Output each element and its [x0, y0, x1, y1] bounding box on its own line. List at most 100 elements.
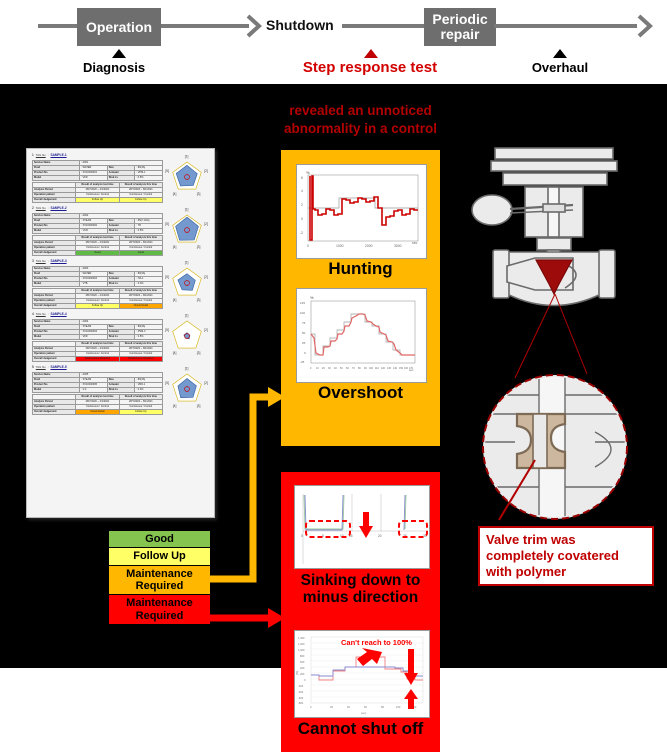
svg-text:[4]: [4] — [173, 298, 177, 302]
result-col-last: Result of analysis last time — [75, 235, 120, 241]
svg-text:[1]: [1] — [185, 155, 189, 159]
timeline-stage-shutdown-label: Shutdown — [266, 17, 334, 33]
result-judgement-this: Follow Up — [118, 197, 164, 203]
svg-text:1,200: 1,200 — [298, 642, 305, 646]
chart-annotation-cannot-reach: Can't reach to 100% — [341, 638, 412, 647]
headline-text: revealed an unnoticed abnormality in a c… — [258, 102, 463, 138]
result-judgement-last: Follow Up — [75, 197, 120, 203]
legend-row-maintenance-amber-line2: Required — [135, 579, 184, 592]
svg-text:800: 800 — [300, 654, 305, 658]
entry-radar-cell: [1] [2] [3] [4] [5] — [165, 206, 209, 256]
svg-text:100: 100 — [300, 311, 305, 315]
report-entry[interactable]: 1 TAG No : SAMPLE-1 Service Name : A001 … — [31, 153, 209, 203]
radar-chart: [1] [2] [3] [4] [5] — [165, 155, 208, 196]
legend-row-follow-up: Follow Up — [109, 548, 210, 566]
svg-text:[5]: [5] — [165, 275, 169, 279]
report-entry[interactable]: 5 TAG No : SAMPLE-5 Service Name : A005 … — [31, 365, 209, 415]
marker-triangle-overhaul — [553, 49, 567, 58]
svg-text:160: 160 — [404, 367, 409, 370]
svg-text:sec: sec — [412, 241, 418, 245]
timeline-stage-periodic-repair[interactable]: Periodic repair — [424, 8, 496, 46]
entry-number: 3 — [32, 259, 34, 263]
svg-text:600: 600 — [300, 660, 305, 664]
spec-label-shutlv: Shut Lv — [106, 280, 136, 287]
result-judgement-last: Good — [75, 250, 120, 256]
spec-label-model: Model — [31, 280, 81, 287]
entry-result-table: Result of analysis last time Result of a… — [31, 341, 164, 362]
headline-line-1: revealed an unnoticed — [289, 103, 432, 118]
svg-text:[3]: [3] — [197, 404, 201, 408]
svg-text:[2]: [2] — [204, 381, 208, 385]
legend-row-good: Good — [109, 531, 210, 549]
entry-tag-value: SAMPLE-5 — [50, 365, 67, 369]
result-judgement-this: Maintenance Required — [118, 356, 164, 362]
judgement-legend: Good Follow Up Maintenance Required Main… — [108, 530, 211, 625]
svg-text:[4]: [4] — [173, 351, 177, 355]
chart-card-overshoot[interactable]: % 125 100 75 50 25 0 -25 sec 0 10 20 30 40 50 60… — [296, 288, 427, 383]
result-judgement-last: Follow Up — [75, 303, 120, 309]
svg-text:[2]: [2] — [204, 275, 208, 279]
chevron-right-end-icon — [637, 14, 653, 38]
entry-tag-label: TAG No — [35, 312, 46, 316]
svg-text:0: 0 — [307, 244, 309, 248]
svg-text:(sec): (sec) — [361, 712, 367, 715]
svg-text:[4]: [4] — [173, 192, 177, 196]
callout-line-1: Valve trim was — [486, 532, 576, 547]
result-col-this: Result of analysis this time — [118, 182, 164, 188]
radar-chart: [1] [2] [3] [4] [5] — [165, 208, 208, 249]
result-col-last: Result of analysis last time — [75, 394, 120, 400]
svg-text:[3]: [3] — [197, 351, 201, 355]
content-canvas: revealed an unnoticed abnormality in a c… — [0, 84, 667, 752]
svg-text:25: 25 — [302, 341, 306, 345]
entry-radar-cell: [1] [2] [3] [4] [5] — [165, 259, 209, 309]
report-entry[interactable]: 4 TAG No : SAMPLE-4 Service Name : A004 … — [31, 312, 209, 362]
entry-radar-cell: [1] [2] [3] [4] [5] — [165, 153, 209, 203]
magnifier-leader-1 — [554, 293, 588, 375]
arrow-amber-path — [205, 393, 272, 583]
report-entry[interactable]: 3 TAG No : SAMPLE-3 Service Name : A003 … — [31, 259, 209, 309]
result-label-judgement: Overall Judgement — [31, 197, 77, 203]
svg-text:100: 100 — [396, 705, 401, 709]
diagnosis-report-sheet[interactable]: 1 TAG No : SAMPLE-1 Service Name : A001 … — [26, 148, 215, 518]
svg-text:[4]: [4] — [173, 245, 177, 249]
spec-value-shutlv: : 0.3% — [134, 280, 163, 287]
svg-text:[1]: [1] — [185, 314, 189, 318]
spec-value-model: : V-4 — [79, 386, 108, 393]
flange-right — [598, 249, 616, 299]
entry-tag-value: SAMPLE-2 — [50, 206, 67, 210]
svg-text:[5]: [5] — [165, 169, 169, 173]
entry-result-table: Result of analysis last time Result of a… — [31, 288, 164, 309]
timeline-stage-shutdown[interactable]: Shutdown — [266, 17, 334, 33]
svg-text:6: 6 — [301, 176, 303, 180]
entry-number: 5 — [32, 365, 34, 369]
chart-card-hunting[interactable]: % 6 4 2 0 -2 0 1000 2000 3000 sec — [296, 164, 427, 259]
spec-label-model: Model — [31, 386, 81, 393]
svg-text:1,000: 1,000 — [298, 648, 305, 652]
result-col-last: Result of analysis last time — [75, 341, 120, 347]
chart-card-cannot-shut-off[interactable]: 1,400 1,200 1,000 800 600 400 200 0 -200 -400-… — [294, 630, 430, 718]
svg-text:[2]: [2] — [204, 328, 208, 332]
svg-text:[1]: [1] — [185, 367, 189, 371]
svg-text:%: % — [306, 170, 310, 175]
svg-text:[5]: [5] — [165, 381, 169, 385]
svg-text:0: 0 — [301, 217, 303, 221]
svg-text:-800: -800 — [298, 701, 304, 705]
chart-card-sinking-down[interactable]: 0 5 10 15 20 25 30 — [294, 485, 430, 569]
timeline-stage-periodic-repair-label-1: Periodic — [432, 11, 488, 28]
result-col-this: Result of analysis this time — [118, 288, 164, 294]
lifecycle-timeline: Operation Shutdown Periodic repair Diagn… — [0, 0, 667, 84]
report-entry[interactable]: 2 TAG No : SAMPLE-2 Service Name : A002 … — [31, 206, 209, 256]
timeline-segment-3 — [342, 24, 430, 28]
handwheel — [471, 194, 513, 226]
timeline-stage-operation[interactable]: Operation — [77, 8, 161, 46]
entry-radar-cell: [1] [2] [3] [4] [5] — [165, 365, 209, 415]
legend-row-maintenance-required-red: Maintenance Required — [109, 595, 210, 624]
svg-text:[1]: [1] — [185, 208, 189, 212]
svg-text:170: 170 — [409, 367, 414, 370]
entry-result-table: Result of analysis last time Result of a… — [31, 182, 164, 203]
spec-value-shutlv: : 0.5% — [134, 227, 163, 234]
svg-text:[1]: [1] — [185, 261, 189, 265]
svg-text:[5]: [5] — [165, 328, 169, 332]
svg-text:125: 125 — [300, 301, 305, 305]
indicator-block — [542, 203, 566, 213]
